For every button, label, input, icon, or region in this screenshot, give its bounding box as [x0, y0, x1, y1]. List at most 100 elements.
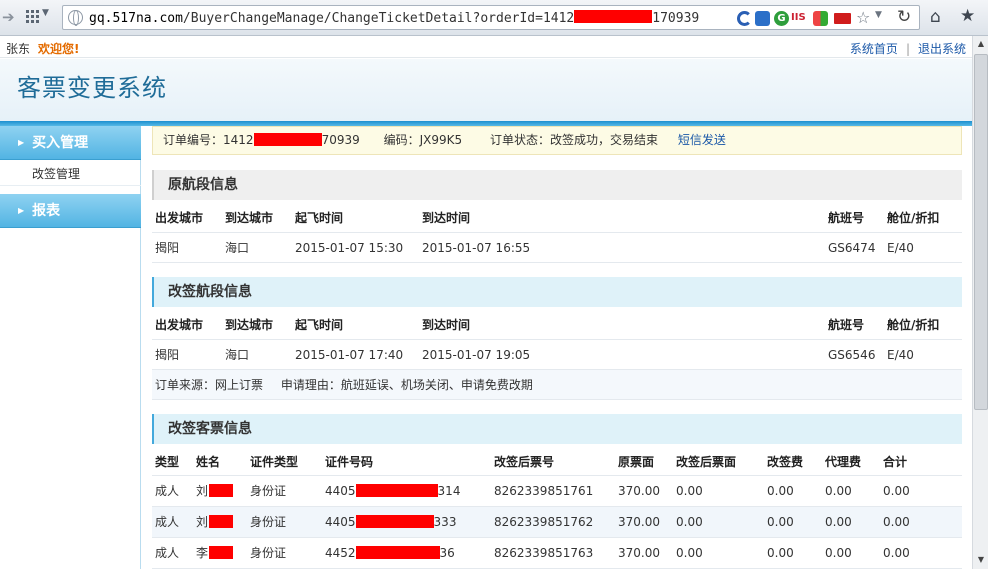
cell: 4452 36	[325, 538, 455, 568]
col-header: 证件类型	[250, 455, 299, 469]
flag-icon[interactable]	[834, 13, 851, 24]
sidebar-item-label: 买入管理	[32, 135, 89, 151]
cell: 2015-01-07 19:05	[422, 348, 531, 362]
passenger-name: 李	[196, 546, 209, 560]
scroll-down-icon[interactable]: ▼	[974, 553, 988, 567]
redaction-bar	[355, 484, 438, 497]
col-header: 改签后票号	[494, 455, 555, 469]
home-link[interactable]: 系统首页	[850, 42, 898, 56]
forward-icon[interactable]: ➔	[2, 9, 18, 25]
table-row: 揭阳 海口 2015-01-07 17:40 2015-01-07 19:05 …	[152, 340, 962, 370]
table-header-row: 出发城市 到达城市 起飞时间 到达时间 航班号 舱位/折扣	[152, 310, 962, 340]
table-row: 成人 李 身份证 4452 36 8262339851763 370.00 0.0…	[152, 538, 962, 569]
ticket-info-title: 改签客票信息	[152, 414, 962, 444]
id-number-tail: 333	[433, 515, 457, 529]
url-text[interactable]: gq.517na.com/BuyerChangeManage/ChangeTic…	[89, 10, 699, 26]
user-name: 张东	[6, 42, 31, 56]
url-path: /BuyerChangeManage/ChangeTicketDetail?or…	[182, 11, 575, 26]
sidebar-item-change-manage[interactable]: 改签管理	[0, 162, 141, 186]
cell: 0.00	[676, 484, 703, 498]
reload-icon[interactable]: ↻	[897, 7, 912, 27]
url-tail: 170939	[652, 11, 700, 26]
cell: GS6474	[828, 241, 876, 255]
system-title: 客票变更系统	[17, 74, 167, 102]
cell: 刘	[196, 476, 234, 506]
sms-send-link[interactable]: 短信发送	[678, 127, 726, 153]
cell: 8262339851761	[494, 484, 594, 498]
cell: 0.00	[676, 515, 703, 529]
id-number: 4452	[325, 546, 356, 560]
top-links: 系统首页 | 退出系统	[850, 40, 966, 57]
site-top-strip: 张东 欢迎您! 系统首页 | 退出系统	[0, 36, 972, 58]
cell: 成人	[155, 484, 180, 498]
cell: 海口	[225, 241, 250, 255]
sidebar-item-reports[interactable]: ▶ 报表	[0, 194, 141, 228]
col-header: 航班号	[828, 318, 865, 332]
cell: 0.00	[767, 546, 794, 560]
col-header: 改签费	[767, 455, 804, 469]
iis-extension-icon[interactable]: IIS	[791, 12, 808, 27]
col-header: 证件号码	[325, 455, 374, 469]
cell: 8262339851762	[494, 515, 594, 529]
col-header: 起飞时间	[295, 211, 344, 225]
status-label: 订单状态：	[489, 133, 550, 147]
cell: 揭阳	[155, 348, 180, 362]
apps-grid-icon[interactable]	[26, 10, 40, 24]
redaction-bar	[209, 515, 234, 528]
chevron-down-icon[interactable]: ▼	[42, 8, 49, 18]
code-label: 编码：	[383, 133, 420, 147]
reason-label: 申请理由：	[280, 378, 341, 392]
globe-icon	[68, 10, 83, 26]
cell: 0.00	[767, 484, 794, 498]
cell: 0.00	[767, 515, 794, 529]
col-header: 代理费	[825, 455, 862, 469]
id-number: 4405	[325, 484, 356, 498]
sidebar-item-buy-manage[interactable]: ▶ 买入管理	[0, 126, 141, 160]
changed-segment-table: 出发城市 到达城市 起飞时间 到达时间 航班号 舱位/折扣 揭阳 海口 2015…	[152, 310, 962, 370]
cell: 成人	[155, 515, 180, 529]
cell: 身份证	[250, 515, 287, 529]
order-status: 改签成功，交易结束	[549, 133, 658, 147]
extension-icon[interactable]	[755, 11, 770, 26]
col-header: 到达时间	[422, 211, 471, 225]
bookmark-star-icon[interactable]: ☆	[856, 8, 871, 27]
vertical-scrollbar[interactable]: ▲ ▼	[972, 36, 988, 569]
windows-icon[interactable]	[813, 11, 828, 26]
triangle-right-icon: ▶	[18, 206, 25, 215]
main-content: 订单编号：1412 70939 编码：JX99K5 订单状态：改签成功，交易结束 …	[151, 126, 963, 569]
changed-segment-title: 改签航段信息	[152, 277, 962, 307]
address-bar[interactable]: gq.517na.com/BuyerChangeManage/ChangeTic…	[62, 5, 920, 30]
url-host: gq.517na.com	[89, 11, 183, 26]
source-label: 订单来源：	[155, 378, 216, 392]
redaction-bar	[355, 546, 440, 559]
redaction-bar	[209, 484, 234, 497]
page-header: 客票变更系统	[0, 59, 972, 121]
order-remark-row: 订单来源：网上订票 申请理由：航班延误、机场关闭、申请免费改期	[152, 370, 962, 400]
cell: 370.00	[618, 515, 660, 529]
sidebar-item-label: 报表	[32, 203, 61, 219]
welcome-text: 欢迎您!	[38, 42, 80, 56]
col-header: 起飞时间	[295, 318, 344, 332]
chevron-down-icon[interactable]: ▼	[875, 10, 890, 25]
cell: 2015-01-07 15:30	[295, 241, 404, 255]
cell: 2015-01-07 16:55	[422, 241, 531, 255]
col-header: 航班号	[828, 211, 865, 225]
separator: |	[905, 42, 910, 56]
cell: GS6546	[828, 348, 876, 362]
col-header: 合计	[883, 455, 908, 469]
g-extension-icon[interactable]: G	[774, 11, 789, 26]
cell: 身份证	[250, 484, 287, 498]
moon-icon[interactable]	[737, 11, 752, 26]
scroll-thumb[interactable]	[974, 54, 988, 410]
star-icon[interactable]: ★	[960, 6, 975, 26]
home-icon[interactable]: ⌂	[930, 7, 941, 27]
scroll-up-icon[interactable]: ▲	[974, 37, 988, 51]
col-header: 舱位/折扣	[887, 318, 940, 332]
cell: 4405 314	[325, 476, 460, 506]
table-header-row: 类型 姓名 证件类型 证件号码 改签后票号 原票面 改签后票面 改签费 代理费 …	[152, 448, 962, 476]
id-number: 4405	[325, 515, 356, 529]
logout-link[interactable]: 退出系统	[918, 42, 966, 56]
col-header: 到达城市	[225, 211, 274, 225]
col-header: 类型	[155, 455, 180, 469]
cell: 海口	[225, 348, 250, 362]
